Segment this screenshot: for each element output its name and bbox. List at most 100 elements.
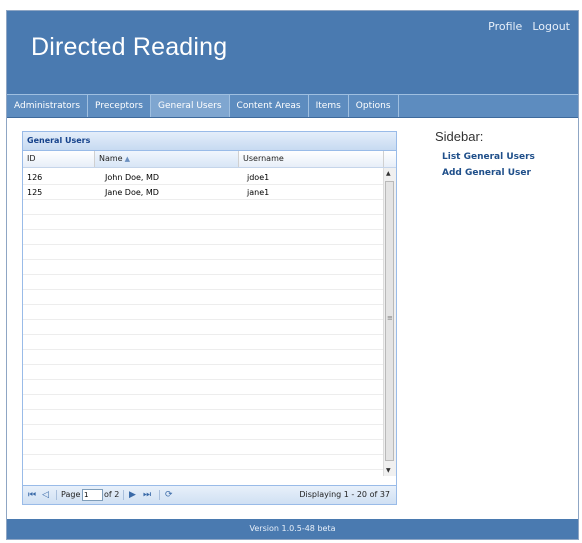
cell-id <box>23 365 95 379</box>
cell-username <box>239 275 384 289</box>
next-page-icon[interactable]: ▶ <box>129 486 136 504</box>
cell-id <box>23 380 95 394</box>
tab-options[interactable]: Options <box>349 95 399 117</box>
tab-content-areas[interactable]: Content Areas <box>230 95 309 117</box>
cell-id <box>23 305 95 319</box>
empty-table-row <box>23 350 384 365</box>
table-row[interactable]: 125 Jane Doe, MD jane1 <box>23 185 384 200</box>
grid-body: 126 John Doe, MD jdoe1 125 Jane Doe, MD jane1… <box>23 168 396 476</box>
empty-table-row <box>23 245 384 260</box>
cell-name <box>95 335 239 349</box>
refresh-icon[interactable]: ⟳ <box>165 486 173 504</box>
cell-id <box>23 410 95 424</box>
cell-id <box>23 215 95 229</box>
tab-general-users[interactable]: General Users <box>150 95 230 117</box>
cell-name <box>95 365 239 379</box>
empty-table-row <box>23 395 384 410</box>
cell-name <box>95 440 239 454</box>
empty-table-row <box>23 425 384 440</box>
top-links: Profile Logout <box>488 20 570 33</box>
paging-toolbar: ⏮ ◁ Page of 2 ▶ ⏭ ⟳ Displaying 1 - 20 of… <box>23 485 396 504</box>
table-row[interactable]: 126 John Doe, MD jdoe1 <box>23 170 384 185</box>
tab-administrators[interactable]: Administrators <box>7 95 89 117</box>
empty-table-row <box>23 365 384 380</box>
app-title: Directed Reading <box>31 33 228 61</box>
previous-page-icon[interactable]: ◁ <box>42 486 49 504</box>
cell-username <box>239 290 384 304</box>
cell-id <box>23 275 95 289</box>
add-general-user-link[interactable]: Add General User <box>442 168 535 178</box>
cell-username <box>239 350 384 364</box>
empty-table-row <box>23 335 384 350</box>
cell-username <box>239 395 384 409</box>
empty-table-row <box>23 230 384 245</box>
sort-ascending-icon: ▲ <box>124 155 130 163</box>
list-general-users-link[interactable]: List General Users <box>442 152 535 162</box>
page-number-input[interactable] <box>82 489 103 501</box>
column-header-id[interactable]: ID <box>23 151 95 167</box>
cell-username <box>239 365 384 379</box>
empty-table-row <box>23 380 384 395</box>
cell-name <box>95 200 239 214</box>
cell-username <box>239 305 384 319</box>
cell-name: Jane Doe, MD <box>105 188 159 197</box>
empty-table-row <box>23 290 384 305</box>
cell-username <box>239 230 384 244</box>
cell-name <box>95 230 239 244</box>
cell-username <box>239 455 384 469</box>
grid-title: General Users <box>23 132 396 151</box>
tab-preceptors[interactable]: Preceptors <box>88 95 151 117</box>
scroll-thumb[interactable]: ≡ <box>385 181 394 461</box>
cell-name <box>95 395 239 409</box>
general-users-grid: General Users ID Name ▲ Username 126 John … <box>22 131 397 505</box>
column-header-username-label: Username <box>243 154 284 163</box>
cell-name <box>95 290 239 304</box>
cell-name <box>95 425 239 439</box>
cell-username <box>239 335 384 349</box>
cell-id <box>23 425 95 439</box>
version-text: Version 1.0.5-48 beta <box>249 524 336 533</box>
cell-id <box>23 245 95 259</box>
main-nav: Administrators Preceptors General Users … <box>7 94 578 118</box>
cell-username <box>239 425 384 439</box>
scroll-up-icon[interactable]: ▲ <box>386 170 391 177</box>
profile-link[interactable]: Profile <box>488 20 522 33</box>
empty-table-row <box>23 440 384 455</box>
logout-link[interactable]: Logout <box>532 20 570 33</box>
cell-username <box>239 200 384 214</box>
cell-id <box>23 260 95 274</box>
cell-username <box>239 440 384 454</box>
tab-items[interactable]: Items <box>309 95 349 117</box>
cell-id <box>23 290 95 304</box>
cell-id: 126 <box>27 173 43 182</box>
empty-table-row <box>23 305 384 320</box>
cell-username <box>239 245 384 259</box>
cell-name <box>95 275 239 289</box>
empty-table-row <box>23 320 384 335</box>
cell-name <box>95 455 239 469</box>
cell-id <box>23 335 95 349</box>
column-header-name[interactable]: Name ▲ <box>95 151 239 167</box>
paging-separator <box>56 490 57 500</box>
last-page-icon[interactable]: ⏭ <box>143 486 151 504</box>
empty-table-row <box>23 215 384 230</box>
cell-name <box>95 380 239 394</box>
vertical-scrollbar[interactable]: ▲ ≡ ▼ <box>383 168 396 476</box>
column-header-id-label: ID <box>27 154 36 163</box>
cell-name <box>95 410 239 424</box>
empty-table-row <box>23 275 384 290</box>
cell-username <box>239 320 384 334</box>
grid-header: ID Name ▲ Username <box>23 151 396 168</box>
first-page-icon[interactable]: ⏮ <box>28 486 36 504</box>
scroll-down-icon[interactable]: ▼ <box>386 467 391 474</box>
paging-display-text: Displaying 1 - 20 of 37 <box>299 490 390 499</box>
cell-username <box>239 260 384 274</box>
empty-table-row <box>23 200 384 215</box>
cell-name <box>95 350 239 364</box>
cell-id <box>23 440 95 454</box>
cell-id <box>23 320 95 334</box>
page-label: Page <box>61 490 81 499</box>
page-count-label: of 2 <box>104 490 120 499</box>
column-header-username[interactable]: Username <box>239 151 384 167</box>
cell-name <box>95 260 239 274</box>
